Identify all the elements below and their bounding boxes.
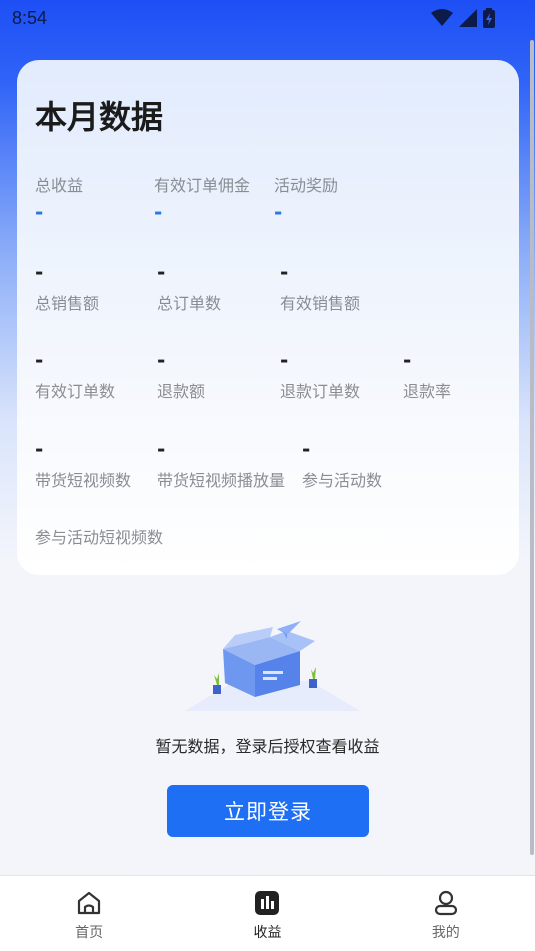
metric-label: 有效订单佣金 bbox=[154, 176, 251, 195]
bottom-nav: 首页 收益 我的 bbox=[0, 875, 535, 951]
metric-total-earnings: 总收益 - bbox=[35, 172, 83, 222]
metric-refund-orders: - 退款订单数 bbox=[280, 350, 360, 402]
nav-label: 我的 bbox=[431, 925, 460, 941]
signal-icon bbox=[459, 9, 477, 27]
metric-label: 总销售额 bbox=[35, 294, 100, 313]
home-icon bbox=[78, 891, 101, 915]
metric-value: - bbox=[35, 260, 44, 284]
nav-label: 首页 bbox=[75, 925, 104, 941]
metric-label: 有效订单数 bbox=[35, 382, 116, 401]
status-time: 8:54 bbox=[12, 8, 48, 28]
metric-valid-sales: - 有效销售额 bbox=[280, 262, 360, 314]
nav-item-home[interactable]: 首页 bbox=[0, 876, 178, 951]
metric-label: 退款订单数 bbox=[280, 382, 361, 401]
metric-valid-order-commission: 有效订单佣金 - bbox=[154, 172, 250, 222]
metric-value: - bbox=[35, 437, 44, 461]
metric-activity-short-videos: 参与活动短视频数 bbox=[35, 524, 163, 548]
metric-value: - bbox=[403, 348, 412, 372]
metric-label: 参与活动短视频数 bbox=[35, 528, 164, 547]
metric-short-video-plays: - 带货短视频播放量 bbox=[157, 439, 285, 491]
metric-short-video-count: - 带货短视频数 bbox=[35, 439, 131, 491]
metric-total-orders: - 总订单数 bbox=[157, 262, 221, 314]
metric-value: - bbox=[157, 260, 166, 284]
metric-label: 活动奖励 bbox=[274, 176, 339, 195]
metric-label: 退款率 bbox=[403, 382, 452, 401]
wifi-icon bbox=[431, 9, 453, 26]
login-button[interactable]: 立即登录 bbox=[167, 785, 369, 837]
metric-total-sales: - 总销售额 bbox=[35, 262, 99, 314]
metric-label: 总收益 bbox=[35, 176, 84, 195]
status-icons bbox=[431, 8, 495, 28]
metric-value: - bbox=[35, 348, 44, 372]
metric-label: 总订单数 bbox=[157, 294, 222, 313]
metric-refund-rate: - 退款率 bbox=[403, 350, 451, 402]
profile-icon bbox=[434, 890, 457, 916]
nav-item-earnings[interactable]: 收益 bbox=[178, 876, 356, 951]
nav-label: 收益 bbox=[253, 925, 282, 941]
card-title: 本月数据 bbox=[35, 98, 164, 136]
metric-value: - bbox=[157, 437, 166, 461]
metric-valid-orders: - 有效订单数 bbox=[35, 350, 115, 402]
earnings-icon bbox=[255, 891, 280, 915]
metric-label: 参与活动数 bbox=[302, 471, 383, 490]
metric-label: 有效销售额 bbox=[280, 294, 361, 313]
metric-value: - bbox=[157, 348, 166, 372]
metric-value: - bbox=[302, 437, 311, 461]
empty-box-illustration bbox=[185, 621, 360, 711]
metric-label: 带货短视频播放量 bbox=[157, 471, 286, 490]
metric-value: - bbox=[280, 260, 289, 284]
metric-value: - bbox=[35, 200, 44, 224]
metric-activity-count: - 参与活动数 bbox=[302, 439, 382, 491]
status-bar: 8:54 bbox=[0, 0, 535, 40]
scrollbar[interactable] bbox=[530, 40, 534, 855]
battery-icon bbox=[483, 8, 495, 28]
empty-state-message: 暂无数据，登录后授权查看收益 bbox=[155, 737, 380, 756]
nav-item-profile[interactable]: 我的 bbox=[357, 876, 535, 951]
metric-label: 带货短视频数 bbox=[35, 471, 132, 490]
metric-value: - bbox=[154, 200, 163, 224]
metric-value: - bbox=[274, 200, 283, 224]
monthly-data-card: 本月数据 总收益 - 有效订单佣金 - 活动奖励 - - 总销售额 - 总订单数… bbox=[17, 60, 519, 575]
metric-label: 退款额 bbox=[157, 382, 206, 401]
metric-activity-reward: 活动奖励 - bbox=[274, 172, 338, 222]
metric-refund-amount: - 退款额 bbox=[157, 350, 205, 402]
metric-value: - bbox=[280, 348, 289, 372]
